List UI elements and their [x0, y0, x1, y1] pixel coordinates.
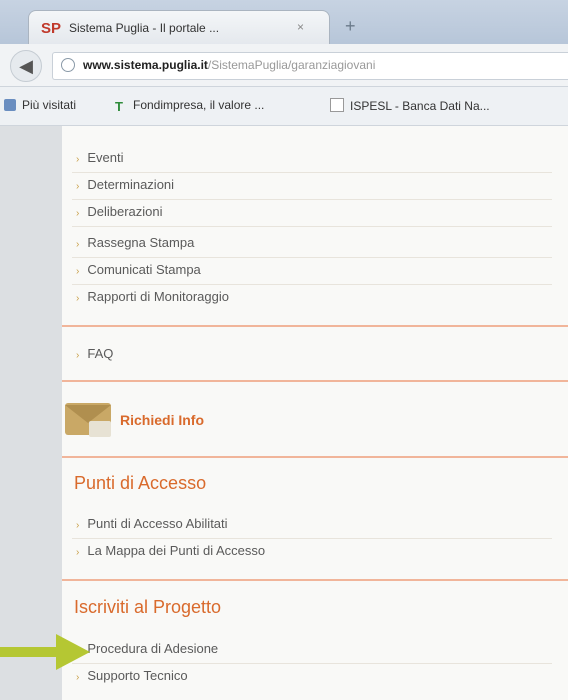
menu-label: Punti di Accesso Abilitati — [87, 516, 228, 531]
divider — [72, 226, 552, 227]
tab-sistema-puglia[interactable]: SP Sistema Puglia - Il portale ... × — [28, 10, 330, 45]
menu-item-rapporti-monitoraggio[interactable]: › Rapporti di Monitoraggio — [76, 289, 229, 311]
url-path: /SistemaPuglia/garanziagiovani — [207, 58, 376, 72]
bullet-arrow-icon: › — [76, 208, 80, 219]
bullet-arrow-icon: › — [76, 239, 80, 250]
section-divider — [62, 579, 568, 581]
menu-label: Rapporti di Monitoraggio — [87, 289, 229, 304]
divider — [72, 172, 552, 173]
bullet-arrow-icon: › — [76, 350, 80, 361]
url-text: www.sistema.puglia.it/SistemaPuglia/gara… — [83, 58, 375, 72]
new-tab-button[interactable]: + — [345, 16, 356, 37]
bookmark-label: Fondimpresa, il valore ... — [133, 98, 265, 112]
divider — [72, 663, 552, 664]
bullet-arrow-icon: › — [76, 154, 80, 165]
back-arrow-icon[interactable]: ◀ — [10, 50, 42, 82]
bookmark-ispesl[interactable]: ISPESL - Banca Dati Na... — [330, 98, 490, 113]
menu-item-supporto-tecnico[interactable]: › Supporto Tecnico — [76, 668, 188, 690]
star-icon — [4, 99, 16, 111]
menu-label: Eventi — [87, 150, 124, 165]
bullet-arrow-icon: › — [76, 520, 80, 531]
divider — [72, 538, 552, 539]
page-icon — [330, 98, 344, 112]
menu-label: Supporto Tecnico — [87, 668, 188, 683]
navigation-bar: ◀ www.sistema.puglia.it/SistemaPuglia/ga… — [0, 44, 568, 87]
divider — [72, 257, 552, 258]
menu-item-mappa-punti[interactable]: › La Mappa dei Punti di Accesso — [76, 543, 265, 565]
divider — [72, 199, 552, 200]
tab-title: Sistema Puglia - Il portale ... — [69, 21, 220, 35]
richiedi-info-label: Richiedi Info — [120, 412, 204, 428]
menu-item-faq[interactable]: › FAQ — [76, 346, 113, 368]
browser-window: SP Sistema Puglia - Il portale ... × + ◀… — [0, 0, 568, 700]
menu-item-rassegna-stampa[interactable]: › Rassegna Stampa — [76, 235, 194, 257]
bullet-arrow-icon: › — [76, 547, 80, 558]
divider — [72, 284, 552, 285]
bookmark-label: ISPESL - Banca Dati Na... — [350, 99, 490, 113]
sp-favicon-icon: SP — [41, 20, 62, 37]
envelope-icon — [65, 403, 111, 437]
menu-label: La Mappa dei Punti di Accesso — [87, 543, 266, 558]
menu-item-deliberazioni[interactable]: › Deliberazioni — [76, 204, 163, 226]
section-divider — [62, 325, 568, 327]
menu-item-determinazioni[interactable]: › Determinazioni — [76, 177, 174, 199]
iscriviti-progetto-title: Iscriviti al Progetto — [74, 597, 222, 617]
bookmark-most-visited[interactable]: Più visitati — [4, 98, 76, 112]
section-divider — [62, 380, 568, 382]
bullet-arrow-icon: › — [76, 266, 80, 277]
bullet-arrow-icon: › — [76, 672, 80, 683]
menu-label: Comunicati Stampa — [87, 262, 201, 277]
address-bar[interactable]: www.sistema.puglia.it/SistemaPuglia/gara… — [52, 52, 568, 80]
punti-accesso-title: Punti di Accesso — [74, 473, 207, 493]
section-divider — [62, 456, 568, 458]
menu-label: Determinazioni — [87, 177, 175, 192]
bookmark-label: Più visitati — [22, 98, 77, 112]
menu-item-punti-abilitati[interactable]: › Punti di Accesso Abilitati — [76, 516, 228, 538]
menu-item-procedura-adesione[interactable]: ›Procedura di Adesione — [76, 641, 218, 663]
menu-item-eventi[interactable]: › Eventi — [76, 150, 123, 172]
fondimpresa-icon: T — [115, 99, 123, 114]
menu-label: Deliberazioni — [87, 204, 163, 219]
url-host: www.sistema.puglia.it — [83, 58, 208, 72]
bookmark-fondimpresa[interactable]: T Fondimpresa, il valore ... — [115, 98, 264, 113]
bullet-arrow-icon: › — [76, 293, 80, 304]
menu-label: Procedura di Adesione — [87, 641, 219, 656]
bullet-arrow-icon: › — [76, 181, 80, 192]
close-icon[interactable]: × — [297, 20, 304, 34]
globe-icon — [61, 58, 75, 72]
highlight-arrow-icon — [0, 634, 90, 670]
menu-label: FAQ — [87, 346, 114, 361]
bookmarks-toolbar: Più visitati T Fondimpresa, il valore ...… — [0, 87, 568, 126]
menu-item-comunicati-stampa[interactable]: › Comunicati Stampa — [76, 262, 201, 284]
tab-bar: SP Sistema Puglia - Il portale ... × + — [0, 0, 568, 45]
menu-label: Rassegna Stampa — [87, 235, 195, 250]
